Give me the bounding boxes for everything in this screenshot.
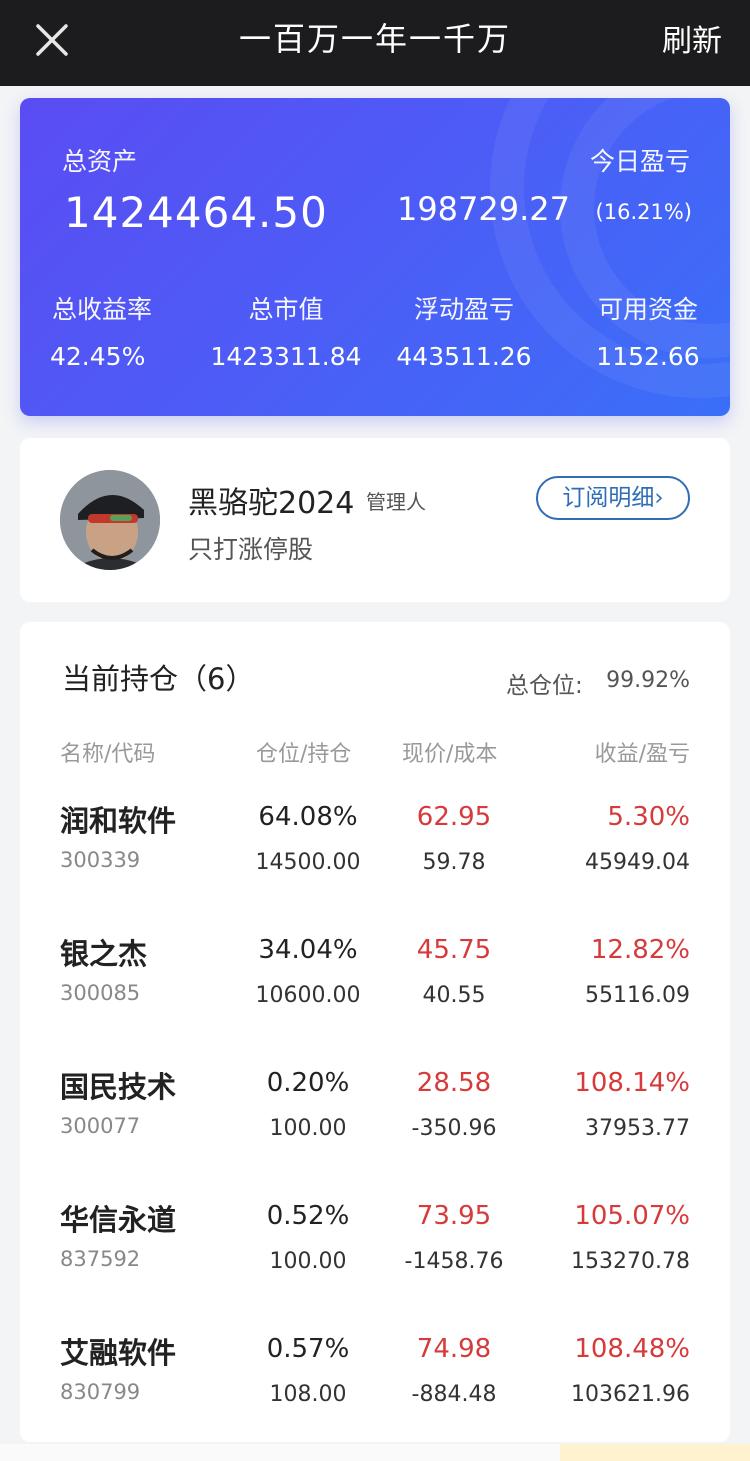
stock-code: 300077 — [60, 1114, 141, 1138]
holdings-title: 当前持仓（6） — [62, 662, 255, 696]
stock-code: 837592 — [60, 1247, 141, 1271]
column-header-name: 名称/代码 — [60, 742, 156, 767]
subscribe-details-button[interactable]: 订阅明细› — [536, 476, 690, 520]
column-header-return: 收益/盈亏 — [594, 742, 690, 767]
today-pnl-label: 今日盈亏 — [589, 147, 690, 176]
close-button[interactable] — [32, 20, 72, 60]
page-title: 一百万一年一千万 — [238, 20, 511, 58]
return-pct: 5.30% — [607, 802, 690, 832]
return-pct: 12.82% — [590, 935, 690, 965]
stat-value: 1152.66 — [596, 342, 700, 371]
stat-value: 1423311.84 — [210, 342, 362, 371]
avatar-image — [60, 470, 160, 570]
top-bar: 一百万一年一千万 刷新 — [0, 0, 750, 86]
chevron-right-icon: › — [654, 485, 664, 511]
table-row[interactable]: 国民技术 300077 0.20% 100.00 28.58 -350.96 1… — [20, 1064, 730, 1174]
stock-code: 300339 — [60, 848, 141, 872]
pnl-amount: 55116.09 — [585, 983, 690, 1008]
refresh-button[interactable]: 刷新 — [662, 16, 722, 60]
stat-value: 42.45% — [50, 342, 146, 371]
table-row[interactable]: 华信永道 837592 0.52% 100.00 73.95 -1458.76 … — [20, 1197, 730, 1307]
table-row[interactable]: 银之杰 300085 34.04% 10600.00 45.75 40.55 1… — [20, 931, 730, 1041]
stock-name: 润和软件 — [60, 804, 177, 838]
column-header-position: 仓位/持仓 — [256, 742, 352, 767]
total-assets-label: 总资产 — [62, 147, 138, 176]
stat-label: 总收益率 — [51, 295, 152, 324]
stat-market-value: 总市值 1423311.84 — [196, 290, 376, 371]
manager-name: 黑骆驼2024 — [188, 486, 355, 521]
table-row[interactable]: 润和软件 300339 64.08% 14500.00 62.95 59.78 … — [20, 798, 730, 908]
stock-code: 830799 — [60, 1380, 141, 1404]
position-pct: 64.08% — [258, 802, 358, 832]
position-pct: 34.04% — [258, 935, 358, 965]
subscribe-label: 订阅明细 — [562, 485, 655, 511]
pnl-amount: 37953.77 — [585, 1116, 690, 1141]
pnl-amount: 103621.96 — [571, 1382, 690, 1407]
stock-name: 艾融软件 — [60, 1336, 177, 1370]
manager-role-tag: 管理人 — [366, 490, 426, 514]
bottom-bar — [0, 1444, 750, 1461]
asset-summary-card: 总资产 1424464.50 今日盈亏 198729.27 (16.21%) 总… — [20, 98, 730, 416]
position-pct: 0.52% — [266, 1201, 350, 1231]
stat-label: 总市值 — [248, 295, 324, 324]
manager-card[interactable]: 黑骆驼2024 管理人 只打涨停股 订阅明细› — [20, 438, 730, 602]
shares-held: 108.00 — [269, 1382, 347, 1407]
manager-description: 只打涨停股 — [188, 535, 314, 564]
return-pct: 108.48% — [574, 1334, 690, 1364]
position-pct: 0.57% — [266, 1334, 350, 1364]
column-header-price: 现价/成本 — [402, 742, 498, 767]
bottom-bar-accent — [560, 1444, 750, 1461]
asset-stats: 总收益率 42.45% 总市值 1423311.84 浮动盈亏 443511.2… — [20, 290, 730, 380]
table-row[interactable]: 艾融软件 830799 0.57% 108.00 74.98 -884.48 1… — [20, 1330, 730, 1440]
total-position-value: 99.92% — [606, 668, 690, 693]
stat-value: 443511.26 — [396, 342, 532, 371]
stat-label: 可用资金 — [597, 295, 698, 324]
total-position-label: 总仓位: — [506, 673, 583, 699]
stat-available-funds: 可用资金 1152.66 — [558, 290, 730, 371]
shares-held: 10600.00 — [255, 983, 361, 1008]
stock-code: 300085 — [60, 981, 141, 1005]
stat-total-return: 总收益率 42.45% — [20, 290, 192, 371]
total-assets-value: 1424464.50 — [64, 188, 328, 237]
shares-held: 100.00 — [269, 1249, 347, 1274]
return-pct: 108.14% — [574, 1068, 690, 1098]
today-pnl-value: 198729.27 — [396, 190, 570, 228]
stock-name: 华信永道 — [60, 1203, 177, 1237]
position-pct: 0.20% — [266, 1068, 350, 1098]
pnl-amount: 153270.78 — [571, 1249, 690, 1274]
return-pct: 105.07% — [574, 1201, 690, 1231]
today-pnl-percent: (16.21%) — [595, 200, 692, 224]
stat-label: 浮动盈亏 — [413, 295, 514, 324]
stock-name: 银之杰 — [60, 937, 148, 971]
shares-held: 100.00 — [269, 1116, 347, 1141]
stock-name: 国民技术 — [60, 1070, 177, 1104]
avatar[interactable] — [60, 470, 160, 570]
shares-held: 14500.00 — [255, 850, 361, 875]
holdings-card: 当前持仓（6） 总仓位: 99.92% 名称/代码 仓位/持仓 现价/成本 收益… — [20, 622, 730, 1442]
close-icon — [36, 24, 68, 56]
pnl-amount: 45949.04 — [585, 850, 690, 875]
stat-floating-pnl: 浮动盈亏 443511.26 — [374, 290, 554, 371]
